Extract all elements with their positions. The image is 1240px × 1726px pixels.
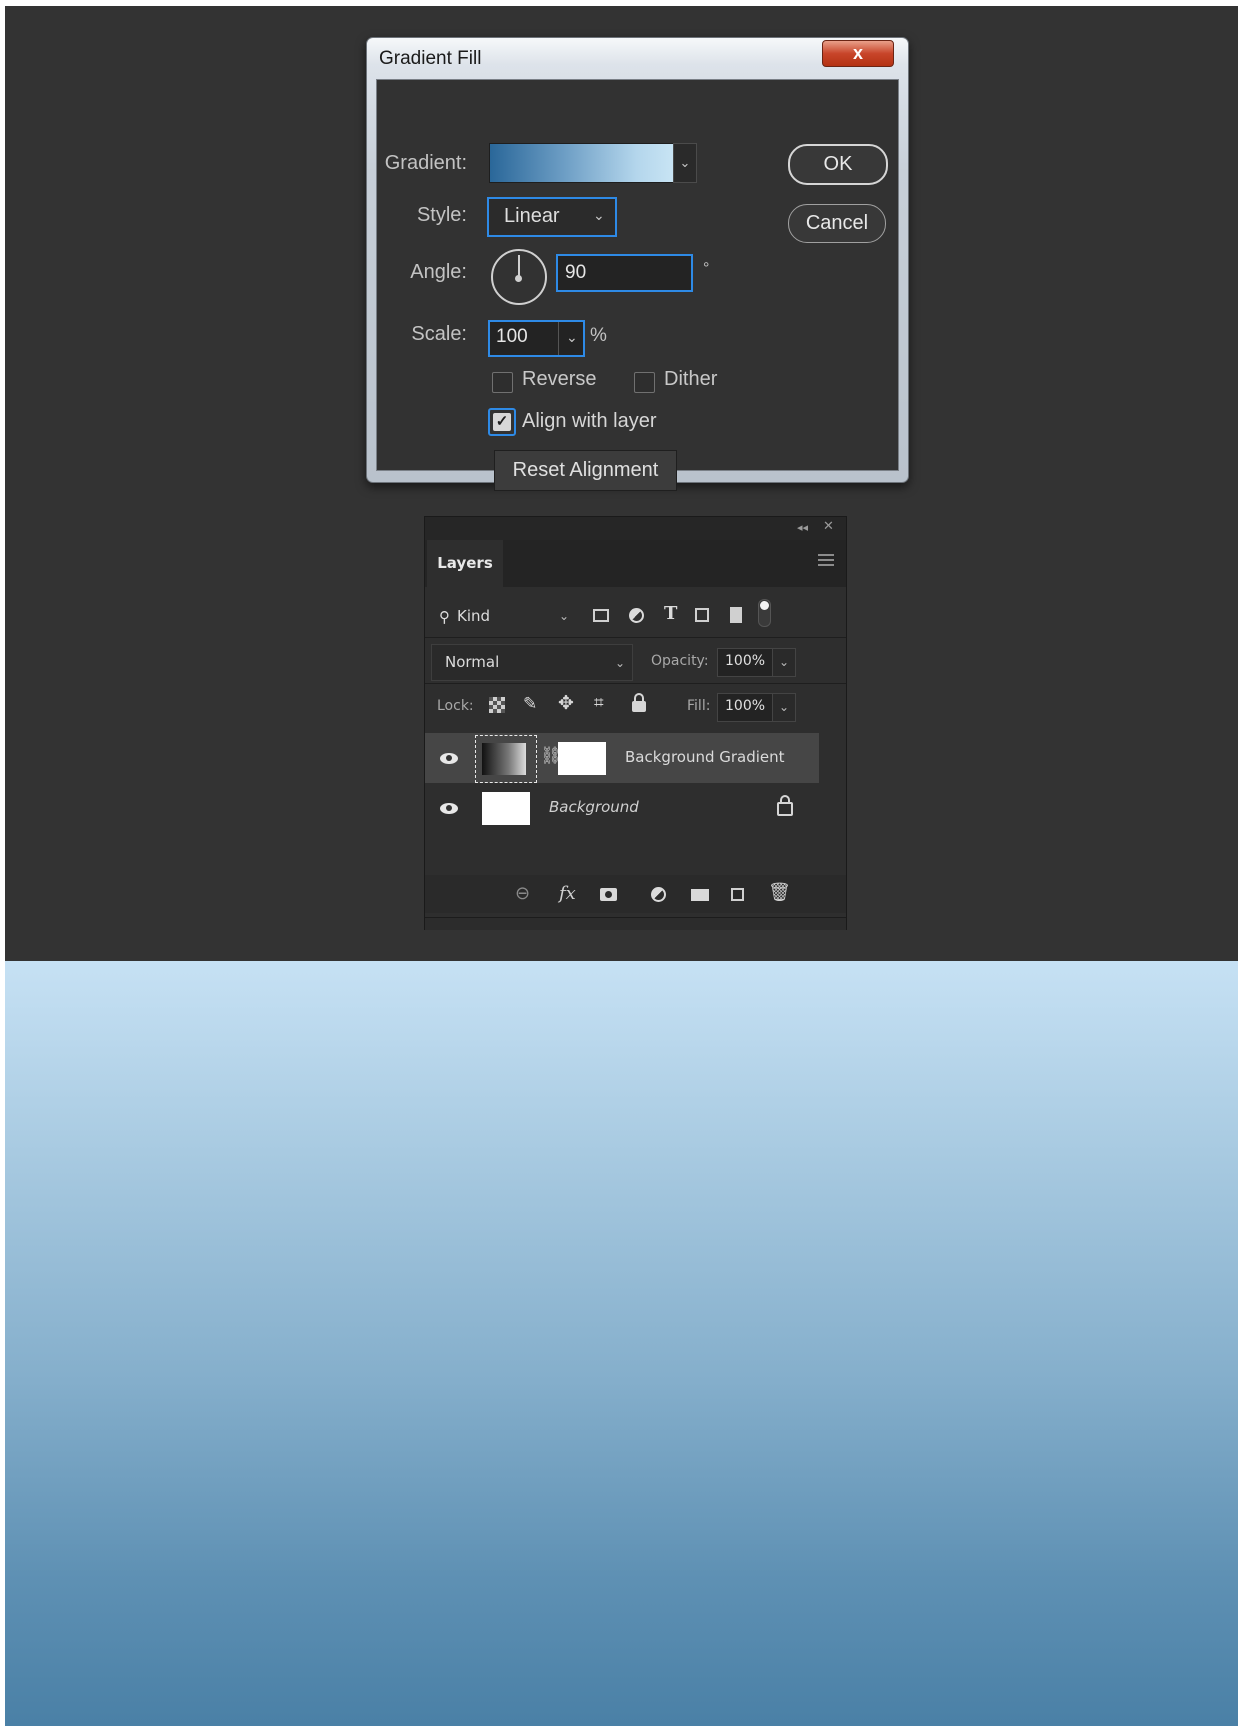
scale-divider xyxy=(558,322,559,355)
pixel-layer-filter-icon[interactable] xyxy=(593,609,609,622)
style-select[interactable]: Linear ⌄ xyxy=(487,197,617,237)
smart-object-filter-icon[interactable] xyxy=(730,607,742,623)
degree-unit: ° xyxy=(703,260,710,277)
gradient-canvas xyxy=(5,961,1238,1726)
scale-input[interactable]: 100 ⌄ xyxy=(488,320,585,357)
panel-menu-icon[interactable] xyxy=(818,554,834,566)
layer-thumbnail[interactable] xyxy=(482,792,530,825)
new-group-folder-icon[interactable] xyxy=(691,889,709,901)
chevron-down-icon: ⌄ xyxy=(679,155,691,170)
adjustment-layer-filter-icon[interactable] xyxy=(629,608,644,623)
layer-row-background[interactable]: Background xyxy=(425,783,819,833)
lock-transparent-pixels-icon[interactable] xyxy=(489,697,505,713)
angle-label: Angle: xyxy=(410,261,467,283)
new-layer-icon[interactable] xyxy=(731,888,744,901)
tab-layers[interactable]: Layers xyxy=(427,540,503,587)
lock-all-icon[interactable] xyxy=(632,693,646,712)
filter-toggle-switch[interactable] xyxy=(758,599,771,627)
chevron-down-icon: ⌄ xyxy=(615,656,626,670)
angle-dial[interactable] xyxy=(491,249,547,305)
fill-value: 100% xyxy=(725,698,766,714)
blend-mode-value: Normal xyxy=(445,653,500,671)
angle-center-dot xyxy=(515,275,522,282)
opacity-value: 100% xyxy=(725,653,766,669)
chevron-down-icon: ⌄ xyxy=(559,609,570,623)
align-with-layer-label[interactable]: Align with layer xyxy=(522,410,657,433)
search-icon: ⚲ xyxy=(439,608,450,626)
panel-resize-strip xyxy=(425,917,846,930)
gradient-label: Gradient: xyxy=(384,152,467,174)
gradient-fill-dialog: Gradient Fill x Gradient: ⌄ Style: Linea… xyxy=(366,37,909,491)
dialog-body: Gradient: ⌄ Style: Linear ⌄ Angle: 90 ° … xyxy=(376,79,899,491)
angle-needle xyxy=(518,255,520,277)
checkmark-icon: ✓ xyxy=(493,413,511,431)
new-adjustment-layer-icon[interactable] xyxy=(651,887,666,902)
style-value: Linear xyxy=(504,205,560,227)
scale-label: Scale: xyxy=(411,323,467,345)
panel-title-bar xyxy=(425,517,846,540)
trash-icon[interactable]: 🗑 xyxy=(768,882,791,903)
opacity-label: Opacity: xyxy=(651,653,709,669)
gradient-preview-swatch[interactable] xyxy=(489,143,674,183)
layer-name[interactable]: Background Gradient xyxy=(625,748,785,766)
chevron-down-icon: ⌄ xyxy=(593,207,605,223)
lock-label: Lock: xyxy=(437,698,474,714)
lock-icon xyxy=(777,795,793,816)
align-with-layer-checkbox[interactable]: ✓ xyxy=(488,408,516,436)
chevron-down-icon[interactable]: ⌄ xyxy=(566,329,578,346)
link-layers-icon[interactable]: ⊖ xyxy=(515,883,530,904)
shape-layer-filter-icon[interactable] xyxy=(695,608,709,622)
fill-dropdown-button[interactable]: ⌄ xyxy=(772,693,796,722)
layer-name[interactable]: Background xyxy=(549,798,639,816)
divider xyxy=(425,637,846,638)
lock-artboard-icon[interactable]: ⌗ xyxy=(594,693,604,713)
add-mask-icon[interactable] xyxy=(600,888,617,901)
ok-button[interactable]: OK xyxy=(788,144,888,185)
type-layer-filter-icon[interactable]: T xyxy=(664,603,677,624)
angle-value: 90 xyxy=(565,262,587,283)
dither-label[interactable]: Dither xyxy=(664,368,717,391)
angle-input[interactable]: 90 xyxy=(556,254,693,292)
close-panel-icon[interactable]: ✕ xyxy=(823,519,834,534)
eye-icon[interactable] xyxy=(440,803,458,814)
style-label: Style: xyxy=(416,204,467,226)
gradient-layer-thumbnail[interactable] xyxy=(482,743,526,775)
opacity-dropdown-button[interactable]: ⌄ xyxy=(772,648,796,677)
dither-checkbox[interactable] xyxy=(634,372,655,393)
gradient-dropdown-button[interactable]: ⌄ xyxy=(673,143,697,183)
toggle-knob xyxy=(760,601,769,610)
cancel-button[interactable]: Cancel xyxy=(788,204,886,243)
percent-unit: % xyxy=(590,325,607,346)
lock-position-icon[interactable]: ✥ xyxy=(558,692,574,714)
layers-panel: ◂◂ ✕ Layers ⚲ Kind ⌄ T Normal ⌄ Opacity:… xyxy=(424,516,847,930)
close-button[interactable]: x xyxy=(822,40,894,67)
scale-value: 100 xyxy=(496,326,528,347)
reverse-label[interactable]: Reverse xyxy=(522,368,596,391)
layer-row-background-gradient[interactable]: ⛓ Background Gradient xyxy=(425,733,819,783)
layer-mask-thumbnail[interactable] xyxy=(558,742,606,775)
fx-icon[interactable]: fx xyxy=(559,883,576,904)
collapse-panel-icon[interactable]: ◂◂ xyxy=(797,521,808,534)
dialog-title: Gradient Fill xyxy=(379,48,482,69)
eye-icon[interactable] xyxy=(440,753,458,764)
kind-filter-label: Kind xyxy=(457,607,491,625)
fill-label: Fill: xyxy=(687,698,711,714)
lock-image-pixels-icon[interactable]: ✎ xyxy=(523,694,537,714)
divider xyxy=(425,683,846,684)
reverse-checkbox[interactable] xyxy=(492,372,513,393)
reset-alignment-button[interactable]: Reset Alignment xyxy=(494,450,677,491)
